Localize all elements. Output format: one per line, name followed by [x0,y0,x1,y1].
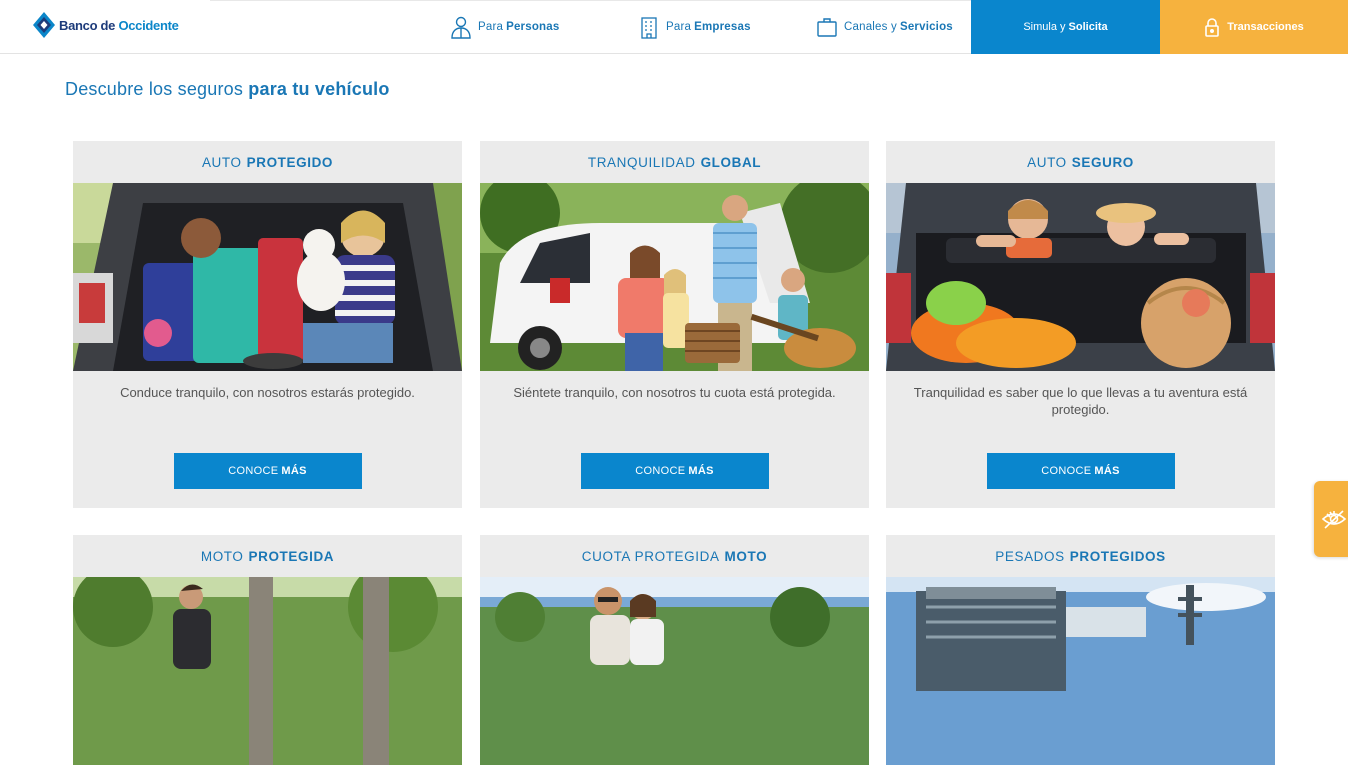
briefcase-icon [815,14,839,40]
card-title-bold: MOTO [724,548,768,564]
card-cuota-protegida-moto: CUOTA PROTEGIDA MOTO [480,535,869,765]
card-image-couple-on-motorcycle [480,577,869,765]
card-title: TRANQUILIDAD GLOBAL [480,141,869,183]
card-title-light: CUOTA PROTEGIDA [581,548,720,564]
cta-bold: MÁS [281,465,307,477]
page-title: Descubre los seguros para tu vehículo [65,79,390,100]
nav-personas-bold: Personas [506,21,560,33]
brand-name: Banco de Occidente [59,17,179,33]
brand-logo[interactable]: Banco de Occidente [32,11,179,39]
transacciones-button[interactable]: Transacciones [1160,0,1348,54]
card-title: MOTO PROTEGIDA [73,535,462,577]
nav-canales-bold: Servicios [899,21,953,33]
transacciones-label: Transacciones [1227,21,1304,33]
site-header: Banco de Occidente Para Personas Para Em… [0,0,1348,54]
card-description: Siéntete tranquilo, con nosotros tu cuot… [513,385,836,400]
card-title: AUTO PROTEGIDO [73,141,462,183]
lock-icon [1205,18,1220,37]
person-icon [449,14,473,40]
card-image-girl-with-dog-luggage [73,183,462,371]
cta-bold: MÁS [688,465,714,477]
building-icon [637,14,661,40]
accessibility-eye-icon [1321,510,1347,529]
card-auto-seguro: AUTO SEGURO Tranquilidad es saber que lo… [886,141,1275,508]
card-pesados-protegidos: PESADOS PROTEGIDOS [886,535,1275,765]
card-title-bold: PROTEGIDA [248,548,335,564]
page-title-bold: para tu vehículo [248,79,390,99]
card-title-light: MOTO [200,548,244,564]
card-title-bold: PROTEGIDO [246,154,334,170]
card-title: PESADOS PROTEGIDOS [886,535,1275,577]
card-title: CUOTA PROTEGIDA MOTO [480,535,869,577]
card-title-bold: PROTEGIDOS [1069,548,1166,564]
simula-light: Simula y [1023,21,1066,33]
card-title-bold: SEGURO [1071,154,1134,170]
conoce-mas-button[interactable]: CONOCE MÁS [173,453,362,489]
cta-bold: MÁS [1094,465,1120,477]
card-moto-protegida: MOTO PROTEGIDA [73,535,462,765]
nav-canales-servicios[interactable]: Canales y Servicios [815,14,953,40]
nav-canales-light: Canales y [844,21,897,33]
card-title-light: AUTO [1027,154,1067,170]
nav-empresas-light: Para [666,21,692,33]
accessibility-side-button[interactable] [1314,481,1348,557]
card-title-light: AUTO [201,154,242,170]
page-title-light: Descubre los seguros [65,79,244,99]
cta-light: CONOCE [635,465,686,477]
cta-light: CONOCE [228,465,279,477]
nav-personas-light: Para [478,21,504,33]
card-image-kids-in-trunk [886,183,1275,371]
card-title: AUTO SEGURO [886,141,1275,183]
nav-empresas-bold: Empresas [694,21,751,33]
conoce-mas-button[interactable]: CONOCE MÁS [580,453,769,489]
card-auto-protegido: AUTO PROTEGIDO Conduce tranquilo, con no… [73,141,462,508]
diamond-logo-icon [33,12,55,38]
conoce-mas-button[interactable]: CONOCE MÁS [986,453,1175,489]
card-title-light: TRANQUILIDAD [587,154,696,170]
card-title-bold: GLOBAL [700,154,762,170]
card-title-light: PESADOS [995,548,1065,564]
nav-personas[interactable]: Para Personas [449,14,559,40]
card-tranquilidad-global: TRANQUILIDAD GLOBAL Siéntete tranquilo, … [480,141,869,508]
nav-empresas[interactable]: Para Empresas [637,14,751,40]
card-image-man-with-motorcycle [73,577,462,765]
cta-light: CONOCE [1041,465,1092,477]
card-image-heavy-truck [886,577,1275,765]
simula-solicita-button[interactable]: Simula y Solicita [971,0,1160,54]
card-image-family-by-car [480,183,869,371]
simula-bold: Solicita [1068,21,1108,33]
header-top-divider [210,0,971,1]
card-description: Conduce tranquilo, con nosotros estarás … [120,385,415,400]
card-description: Tranquilidad es saber que lo que llevas … [913,385,1248,417]
